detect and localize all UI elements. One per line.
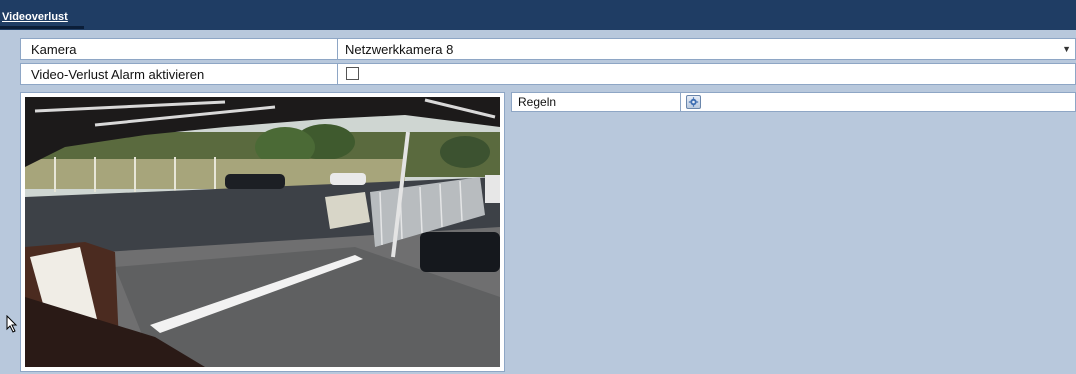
gear-icon <box>688 97 699 107</box>
row-divider <box>337 39 338 59</box>
rules-row: Regeln <box>511 92 1076 112</box>
chevron-down-icon[interactable]: ▼ <box>1062 44 1071 54</box>
camera-preview-image <box>25 97 500 367</box>
camera-label: Kamera <box>31 42 77 57</box>
camera-row: Kamera Netzwerkkamera 8 ▼ <box>20 38 1076 60</box>
camera-select[interactable]: Netzwerkkamera 8 <box>345 42 453 57</box>
mouse-cursor-icon <box>6 315 18 333</box>
alarm-label: Video-Verlust Alarm aktivieren <box>31 67 205 82</box>
row-divider <box>680 93 681 111</box>
camera-preview <box>20 92 505 372</box>
title-bar: Videoverlust <box>0 0 1076 30</box>
row-divider <box>337 64 338 84</box>
tab-videoverlust[interactable]: Videoverlust <box>2 10 68 24</box>
alarm-row: Video-Verlust Alarm aktivieren <box>20 63 1076 85</box>
rules-settings-button[interactable] <box>686 95 701 109</box>
active-tab-indicator <box>0 26 84 29</box>
rules-label: Regeln <box>518 95 557 109</box>
alarm-enable-checkbox[interactable] <box>346 67 359 80</box>
